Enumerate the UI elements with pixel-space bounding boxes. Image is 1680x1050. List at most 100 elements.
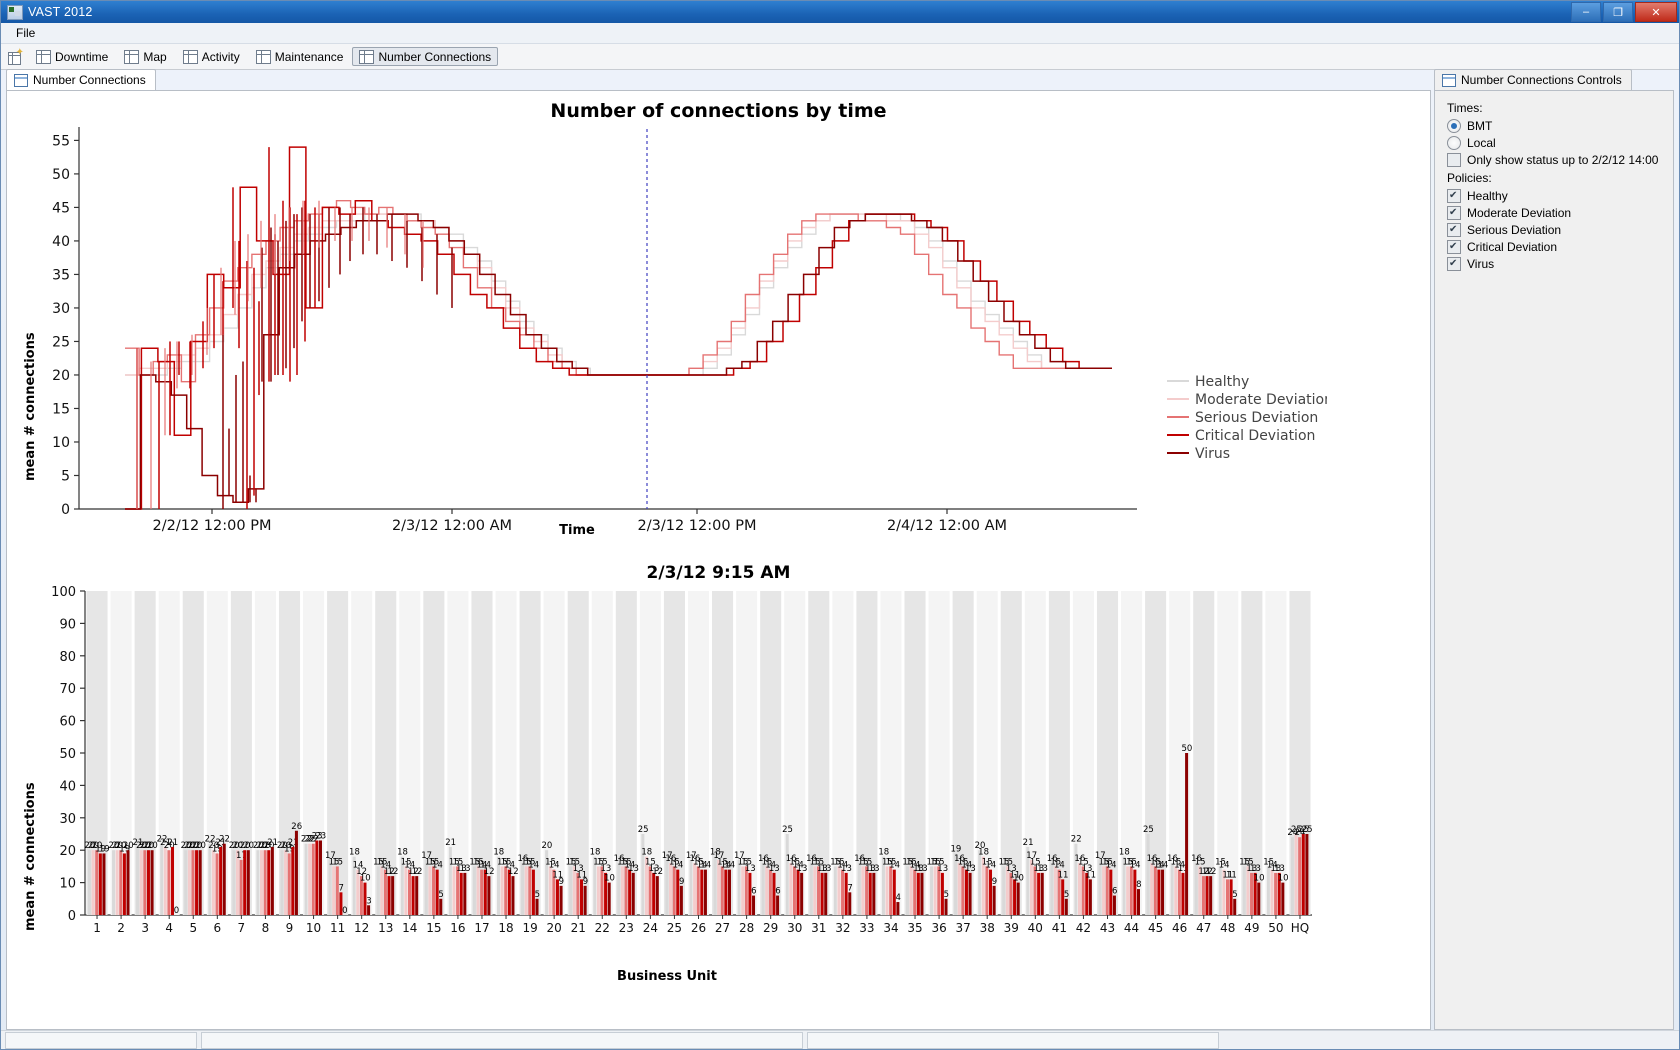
svg-text:14: 14	[1130, 861, 1141, 871]
svg-text:8: 8	[1136, 880, 1141, 890]
checkbox-icon[interactable]	[1447, 206, 1461, 220]
perspective-label: Number Connections	[378, 49, 492, 64]
svg-text:12: 12	[354, 921, 369, 935]
svg-text:10: 10	[360, 874, 371, 884]
bottom-chart-xlabel: Business Unit	[617, 969, 717, 984]
policy-label: Critical Deviation	[1467, 240, 1558, 254]
status-bar	[1, 1030, 1679, 1049]
checkbox-policy-virus[interactable]: Virus	[1447, 257, 1663, 271]
svg-text:36: 36	[931, 921, 946, 935]
svg-text:50: 50	[1268, 921, 1283, 935]
svg-text:18: 18	[641, 848, 652, 858]
checkbox-icon[interactable]	[1447, 223, 1461, 237]
svg-text:18: 18	[397, 848, 408, 858]
svg-text:45: 45	[1148, 921, 1163, 935]
menu-item-file[interactable]: File	[9, 24, 42, 42]
editor-tab-row: Number Connections	[6, 69, 1431, 90]
svg-text:0: 0	[342, 906, 347, 916]
window-title: VAST 2012	[28, 5, 93, 19]
checkbox-policy-critical-deviation[interactable]: Critical Deviation	[1447, 240, 1663, 254]
checkbox-policy-moderate-deviation[interactable]: Moderate Deviation	[1447, 206, 1663, 220]
svg-text:10: 10	[1013, 874, 1024, 884]
application-window: VAST 2012 – ❐ ✕ File ✦ Downtime Map Acti…	[0, 0, 1680, 1050]
svg-text:22: 22	[595, 921, 610, 935]
menu-bar: File	[1, 23, 1679, 44]
svg-text:40: 40	[59, 779, 76, 794]
minimize-button[interactable]: –	[1571, 2, 1601, 22]
svg-text:14: 14	[700, 861, 711, 871]
svg-text:30: 30	[52, 301, 70, 317]
svg-text:18: 18	[978, 848, 989, 858]
perspective-number-connections[interactable]: Number Connections	[352, 47, 499, 66]
svg-text:0: 0	[174, 906, 179, 916]
svg-text:14: 14	[1106, 861, 1117, 871]
svg-text:11: 11	[1226, 870, 1237, 880]
tab-number-connections-controls[interactable]: Number Connections Controls	[1434, 69, 1632, 90]
svg-text:14: 14	[724, 861, 735, 871]
svg-text:7: 7	[847, 883, 852, 893]
svg-text:42: 42	[1076, 921, 1091, 935]
app-icon	[7, 4, 23, 20]
svg-text:18: 18	[878, 848, 889, 858]
checkbox-icon[interactable]	[1447, 189, 1461, 203]
status-cell	[807, 1031, 1219, 1049]
svg-text:11: 11	[1085, 870, 1096, 880]
perspective-map[interactable]: Map	[117, 47, 173, 66]
radio-bmt-label: BMT	[1467, 119, 1493, 133]
table-icon	[182, 49, 198, 64]
perspective-maintenance[interactable]: Maintenance	[249, 47, 351, 66]
svg-text:5: 5	[535, 890, 540, 900]
title-bar: VAST 2012 – ❐ ✕	[1, 1, 1679, 23]
svg-text:11: 11	[330, 921, 345, 935]
svg-text:32: 32	[835, 921, 850, 935]
radio-local[interactable]: Local	[1447, 136, 1663, 150]
svg-text:5: 5	[1232, 890, 1237, 900]
radio-bmt[interactable]: BMT	[1447, 119, 1663, 133]
policy-label: Moderate Deviation	[1467, 206, 1572, 220]
radio-icon[interactable]	[1447, 136, 1461, 150]
svg-text:19: 19	[951, 844, 962, 854]
workbench-body: Number Connections Number of connections…	[1, 68, 1679, 1031]
svg-text:21: 21	[445, 838, 456, 848]
close-button[interactable]: ✕	[1635, 2, 1677, 22]
svg-text:12: 12	[412, 867, 423, 877]
svg-text:10: 10	[59, 877, 76, 892]
new-perspective-icon[interactable]: ✦	[8, 47, 24, 65]
svg-text:55: 55	[52, 133, 70, 149]
svg-text:14: 14	[673, 861, 684, 871]
svg-text:70: 70	[59, 682, 76, 697]
svg-text:50: 50	[1181, 744, 1192, 754]
svg-text:10: 10	[1254, 874, 1265, 884]
svg-text:Critical Deviation: Critical Deviation	[1195, 428, 1315, 444]
perspective-downtime[interactable]: Downtime	[29, 47, 115, 66]
checkbox-icon[interactable]	[1447, 153, 1461, 167]
window-buttons: – ❐ ✕	[1571, 2, 1677, 22]
svg-text:9: 9	[992, 877, 997, 887]
svg-text:28: 28	[739, 921, 754, 935]
svg-text:6: 6	[214, 921, 222, 935]
checkbox-policy-healthy[interactable]: Healthy	[1447, 189, 1663, 203]
svg-text:15: 15	[426, 921, 441, 935]
checkbox-icon[interactable]	[1447, 240, 1461, 254]
perspective-label: Activity	[201, 49, 240, 64]
checkbox-policy-serious-deviation[interactable]: Serious Deviation	[1447, 223, 1663, 237]
svg-text:5: 5	[189, 921, 197, 935]
svg-text:0: 0	[61, 502, 70, 518]
svg-text:13: 13	[841, 864, 852, 874]
svg-text:41: 41	[1052, 921, 1067, 935]
checkbox-icon[interactable]	[1447, 257, 1461, 271]
bottom-chart-svg: 0102030405060708090100202020191912020201…	[51, 585, 1312, 935]
perspective-activity[interactable]: Activity	[176, 47, 247, 66]
svg-text:25: 25	[782, 825, 793, 835]
svg-text:10: 10	[1278, 874, 1289, 884]
svg-text:47: 47	[1196, 921, 1211, 935]
maximize-button[interactable]: ❐	[1603, 2, 1633, 22]
times-group-label: Times:	[1447, 101, 1483, 115]
svg-text:7: 7	[238, 921, 246, 935]
checkbox-only-show-status[interactable]: Only show status up to 2/2/12 14:00	[1447, 153, 1663, 167]
status-cell	[201, 1031, 803, 1049]
svg-text:13: 13	[1250, 864, 1261, 874]
radio-icon[interactable]	[1447, 119, 1461, 133]
svg-text:27: 27	[715, 921, 730, 935]
editor-tab-number-connections[interactable]: Number Connections	[6, 69, 156, 90]
